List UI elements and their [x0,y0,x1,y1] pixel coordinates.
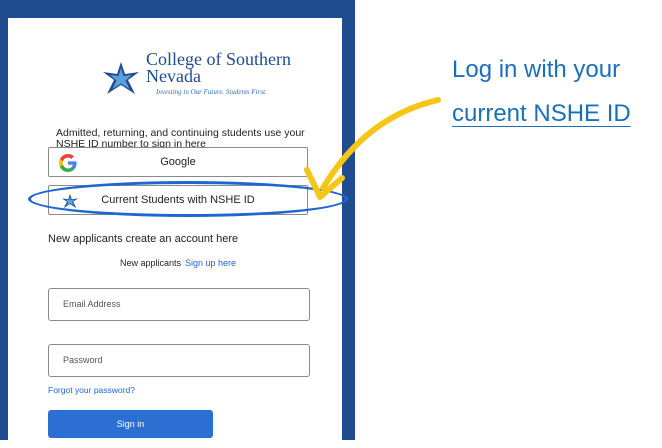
callout-line-2: current NSHE ID [452,100,631,127]
callout-line-1: Log in with your [452,56,621,83]
